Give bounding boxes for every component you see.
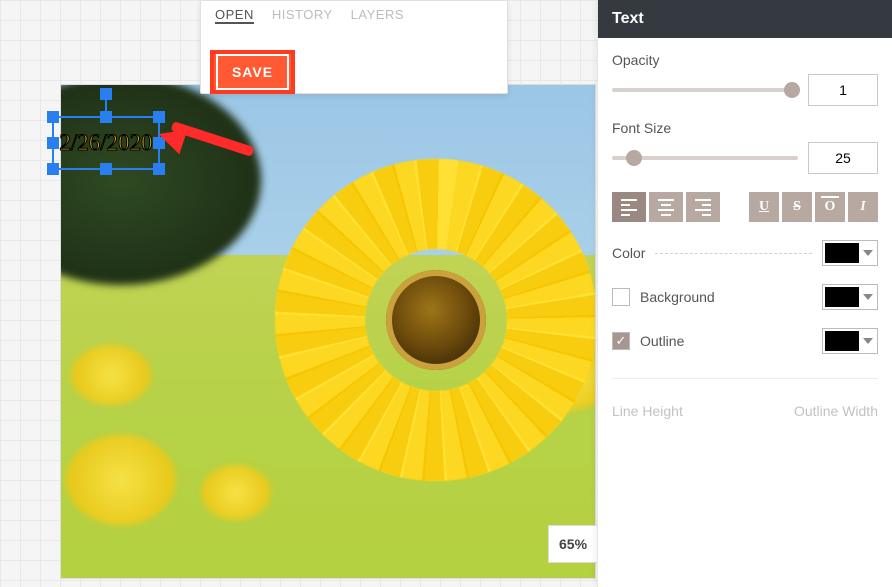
color-preview	[825, 287, 859, 307]
font-size-input[interactable]	[808, 142, 878, 174]
resize-handle-l[interactable]	[47, 137, 59, 149]
overline-button[interactable]: O	[815, 192, 845, 222]
chevron-down-icon	[863, 338, 873, 344]
align-center-button[interactable]	[649, 192, 683, 222]
bg-blossom	[201, 465, 271, 520]
color-preview	[825, 331, 859, 351]
divider	[612, 378, 878, 379]
bg-blossom	[71, 345, 151, 405]
resize-handle-br[interactable]	[153, 163, 165, 175]
color-preview	[825, 243, 859, 263]
resize-handle-tl[interactable]	[47, 111, 59, 123]
rotate-handle-line	[105, 98, 107, 112]
text-sidebar: Text Opacity Font Size	[597, 0, 892, 587]
opacity-slider[interactable]	[612, 88, 798, 92]
tab-layers[interactable]: LAYERS	[351, 7, 404, 24]
bg-blossom	[66, 435, 176, 525]
align-center-icon	[658, 199, 674, 216]
underline-button[interactable]: U	[749, 192, 779, 222]
align-right-button[interactable]	[686, 192, 720, 222]
tab-history[interactable]: HISTORY	[272, 7, 333, 24]
font-size-label: Font Size	[612, 120, 878, 136]
resize-handle-bl[interactable]	[47, 163, 59, 175]
align-left-icon	[621, 199, 637, 216]
color-label: Color	[612, 245, 645, 261]
text-style-group: U S O I	[749, 192, 878, 222]
overline-icon	[821, 196, 839, 198]
outline-checkbox[interactable]: ✓	[612, 332, 630, 350]
background-checkbox[interactable]	[612, 288, 630, 306]
text-align-group	[612, 192, 720, 222]
sunflower	[271, 155, 596, 485]
sidebar-title: Text	[598, 0, 892, 38]
date-text[interactable]: 2/26/2020	[54, 118, 158, 168]
resize-handle-b[interactable]	[100, 163, 112, 175]
overline-letter: O	[825, 199, 836, 215]
rotate-handle[interactable]	[100, 88, 112, 100]
text-selection-box[interactable]: 2/26/2020	[52, 116, 160, 170]
save-button-highlight: SAVE	[210, 50, 295, 94]
opacity-label: Opacity	[612, 52, 878, 68]
outline-swatch[interactable]	[822, 328, 878, 354]
chevron-down-icon	[863, 294, 873, 300]
color-swatch[interactable]	[822, 240, 878, 266]
outline-label: Outline	[640, 333, 684, 349]
opacity-slider-thumb[interactable]	[784, 82, 800, 98]
background-label: Background	[640, 289, 715, 305]
zoom-level: 65%	[559, 536, 587, 552]
align-right-icon	[695, 199, 711, 216]
outline-width-label: Outline Width	[794, 403, 878, 419]
background-swatch[interactable]	[822, 284, 878, 310]
save-button[interactable]: SAVE	[216, 54, 289, 90]
chevron-down-icon	[863, 250, 873, 256]
divider	[655, 253, 812, 254]
font-size-slider-thumb[interactable]	[626, 150, 642, 166]
italic-button[interactable]: I	[848, 192, 878, 222]
font-size-slider[interactable]	[612, 156, 798, 160]
align-left-button[interactable]	[612, 192, 646, 222]
resize-handle-t[interactable]	[100, 111, 112, 123]
line-height-label: Line Height	[612, 403, 683, 419]
opacity-input[interactable]	[808, 74, 878, 106]
tab-open[interactable]: OPEN	[215, 7, 254, 24]
strike-button[interactable]: S	[782, 192, 812, 222]
